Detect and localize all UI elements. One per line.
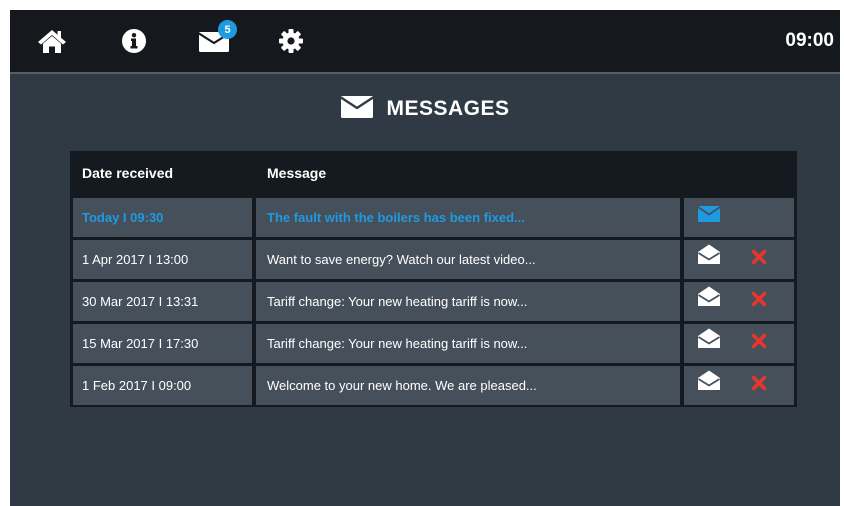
- settings-button[interactable]: [263, 10, 319, 72]
- delete-message-button[interactable]: [748, 375, 770, 397]
- open-message-button[interactable]: [698, 328, 720, 355]
- envelope-open-icon: [697, 283, 721, 322]
- message-actions: [684, 324, 794, 363]
- message-date: Today I 09:30: [73, 198, 252, 237]
- envelope-open-icon: [697, 325, 721, 364]
- envelope-icon: [340, 95, 375, 124]
- table-row[interactable]: 1 Apr 2017 I 13:00 Want to save energy? …: [73, 240, 794, 279]
- messages-button[interactable]: 5: [186, 10, 242, 72]
- delete-x-icon: [751, 241, 767, 280]
- message-preview[interactable]: The fault with the boilers has been fixe…: [256, 198, 680, 237]
- message-date: 15 Mar 2017 I 17:30: [73, 324, 252, 363]
- info-button[interactable]: [106, 10, 162, 72]
- envelope-open-icon: [697, 367, 721, 406]
- envelope-closed-icon: [697, 199, 721, 238]
- info-icon: [121, 28, 147, 54]
- message-actions: [684, 282, 794, 321]
- message-preview[interactable]: Tariff change: Your new heating tariff i…: [256, 324, 680, 363]
- open-message-button[interactable]: [697, 205, 721, 229]
- message-actions: [684, 198, 794, 237]
- message-date: 30 Mar 2017 I 13:31: [73, 282, 252, 321]
- delete-x-icon: [751, 325, 767, 364]
- message-preview[interactable]: Tariff change: Your new heating tariff i…: [256, 282, 680, 321]
- open-message-button[interactable]: [698, 244, 720, 271]
- table-row[interactable]: 30 Mar 2017 I 13:31 Tariff change: Your …: [73, 282, 794, 321]
- page-title: MESSAGES: [10, 94, 840, 124]
- messages-table: Date received Message Today I 09:30 The …: [70, 151, 797, 407]
- column-header-date: Date received: [82, 165, 174, 181]
- table-row[interactable]: Today I 09:30 The fault with the boilers…: [73, 198, 794, 237]
- message-date: 1 Apr 2017 I 13:00: [73, 240, 252, 279]
- top-bar: 5 09:00: [10, 10, 840, 74]
- message-preview[interactable]: Welcome to your new home. We are pleased…: [256, 366, 680, 405]
- page-title-text: MESSAGES: [386, 97, 510, 120]
- home-button[interactable]: [24, 10, 80, 72]
- table-header: Date received Message: [70, 151, 797, 195]
- message-preview[interactable]: Want to save energy? Watch our latest vi…: [256, 240, 680, 279]
- table-row[interactable]: 15 Mar 2017 I 17:30 Tariff change: Your …: [73, 324, 794, 363]
- column-header-message: Message: [267, 165, 327, 181]
- delete-message-button[interactable]: [748, 291, 770, 313]
- clock: 09:00: [785, 30, 834, 51]
- table-row[interactable]: 1 Feb 2017 I 09:00 Welcome to your new h…: [73, 366, 794, 405]
- delete-message-button[interactable]: [748, 333, 770, 355]
- screen: 5 09:00 MESSAGES Date received Message T…: [10, 10, 840, 506]
- gear-icon: [278, 28, 304, 54]
- envelope-open-icon: [697, 241, 721, 280]
- message-date: 1 Feb 2017 I 09:00: [73, 366, 252, 405]
- open-message-button[interactable]: [698, 370, 720, 397]
- delete-x-icon: [751, 367, 767, 406]
- home-icon: [37, 28, 67, 54]
- delete-message-button[interactable]: [748, 249, 770, 271]
- message-actions: [684, 240, 794, 279]
- open-message-button[interactable]: [698, 286, 720, 313]
- delete-x-icon: [751, 283, 767, 322]
- message-actions: [684, 366, 794, 405]
- unread-count-badge: 5: [218, 20, 237, 39]
